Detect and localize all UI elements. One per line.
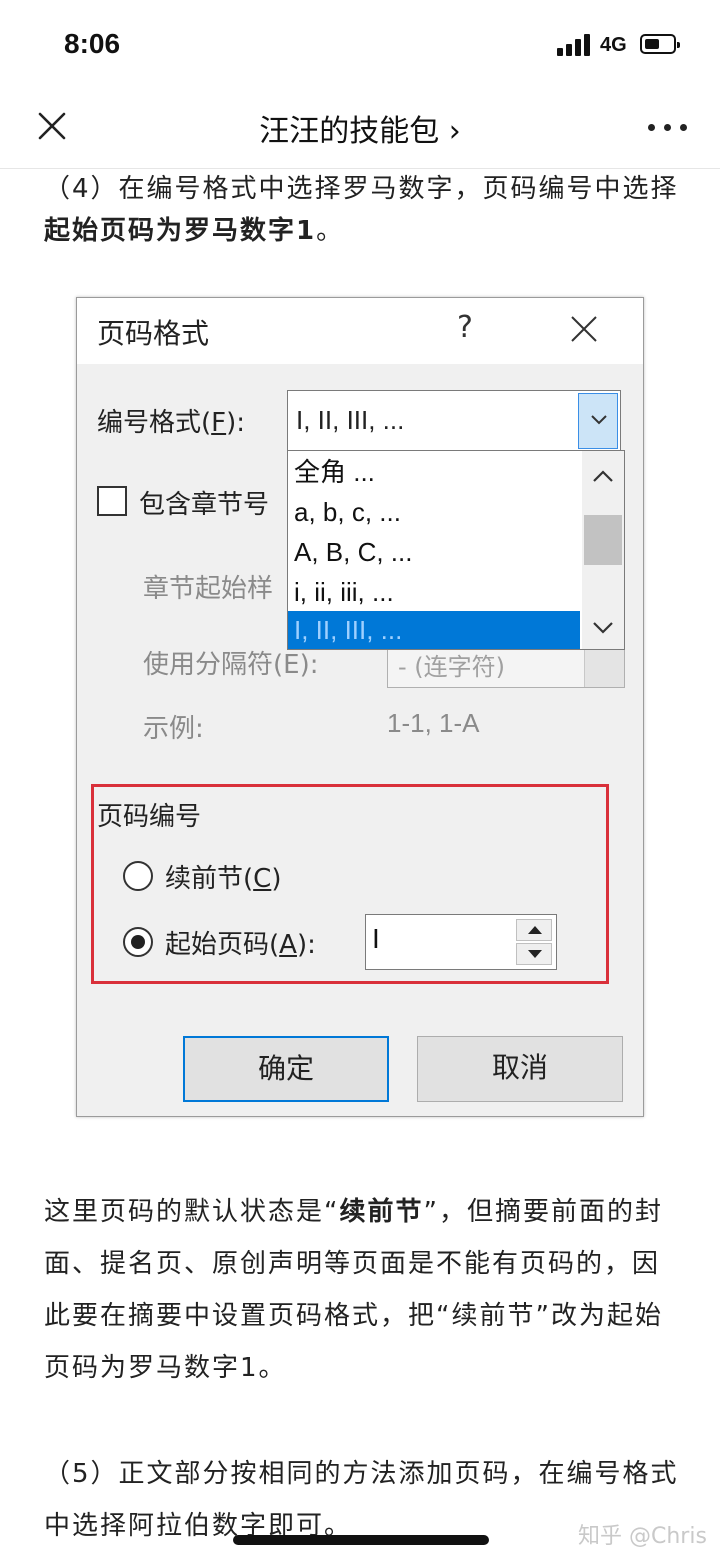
number-format-value: I, II, III, ... <box>296 405 405 435</box>
page-number-format-dialog: 页码格式 ? 编号格式(F): I, II, III, ... 包含章节号 章节… <box>76 297 644 1117</box>
nav-bar: 汪汪的技能包 › <box>0 88 720 169</box>
continue-radio[interactable] <box>123 861 153 891</box>
dialog-title: 页码格式 <box>97 317 210 350</box>
chevron-down-icon[interactable] <box>592 621 614 635</box>
continue-label: 续前节(C) <box>165 864 282 894</box>
page-numbering-label: 页码编号 <box>97 802 202 832</box>
dropdown-option[interactable]: 全角 ... <box>288 453 580 491</box>
dropdown-option[interactable]: A, B, C, ... <box>288 533 580 571</box>
include-chapter-checkbox[interactable] <box>97 486 127 516</box>
dropdown-option[interactable]: a, b, c, ... <box>288 493 580 531</box>
start-at-stepper[interactable]: I <box>365 914 557 970</box>
more-icon[interactable] <box>648 124 688 134</box>
dropdown-button[interactable] <box>578 393 618 449</box>
stepper-down-button[interactable] <box>516 943 552 965</box>
number-format-dropdown: 全角 ... a, b, c, ... A, B, C, ... i, ii, … <box>287 450 625 650</box>
dialog-titlebar: 页码格式 ? <box>77 298 643 364</box>
cancel-button[interactable]: 取消 <box>417 1036 623 1102</box>
status-time: 8:06 <box>64 28 121 59</box>
dropdown-option[interactable]: i, ii, iii, ... <box>288 573 580 611</box>
battery-icon <box>640 34 680 54</box>
example-value: 1-1, 1-A <box>387 708 480 738</box>
number-format-label: 编号格式(F): <box>97 408 246 438</box>
scrollbar-thumb[interactable] <box>584 515 622 565</box>
network-type: 4G <box>600 34 627 56</box>
signal-icon <box>557 34 593 56</box>
stepper-up-button[interactable] <box>516 919 552 941</box>
start-at-value: I <box>372 923 380 954</box>
status-bar: 8:06 4G <box>0 0 720 88</box>
chevron-up-icon[interactable] <box>592 469 614 483</box>
chapter-start-label: 章节起始样 <box>143 574 274 604</box>
include-chapter-label: 包含章节号 <box>139 490 270 520</box>
separator-value: - (连字符) <box>398 653 506 681</box>
start-at-radio[interactable] <box>123 927 153 957</box>
watermark: 知乎 @Chris <box>578 1524 707 1549</box>
close-icon[interactable] <box>569 314 599 344</box>
dropdown-option-selected[interactable]: I, II, III, ... <box>288 611 580 649</box>
ok-button[interactable]: 确定 <box>183 1036 389 1102</box>
article-paragraph: 这里页码的默认状态是“续前节”，但摘要前面的封面、提名页、原创声明等页面是不能有… <box>44 1197 663 1383</box>
account-title[interactable]: 汪汪的技能包 › <box>0 106 720 150</box>
number-format-select[interactable]: I, II, III, ... <box>287 390 621 452</box>
example-label: 示例: <box>143 714 204 744</box>
home-indicator <box>233 1535 489 1545</box>
dropdown-scrollbar[interactable] <box>582 451 624 649</box>
chevron-down-icon <box>591 415 607 425</box>
article-paragraph: （4）在编号格式中选择罗马数字，页码编号中选择起始页码为罗马数字1。 <box>44 174 679 246</box>
start-at-label: 起始页码(A): <box>165 930 316 960</box>
help-icon[interactable]: ? <box>457 310 473 345</box>
